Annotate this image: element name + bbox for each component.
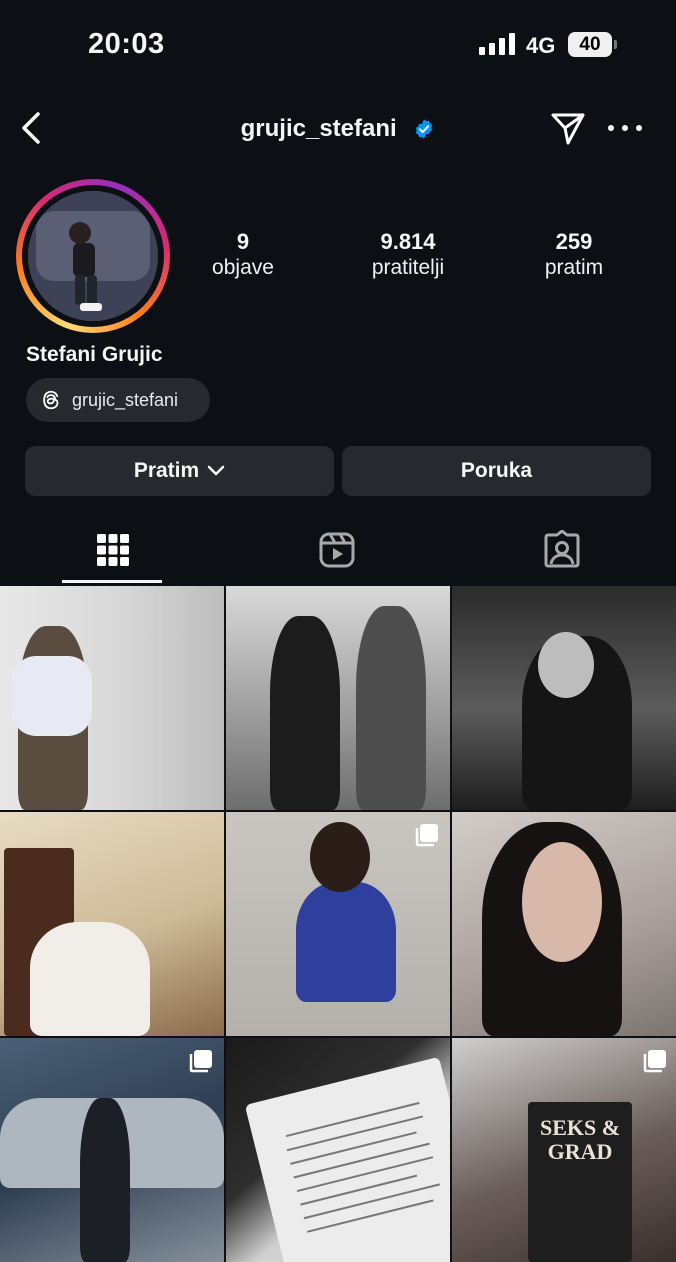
post-thumbnail[interactable] bbox=[452, 586, 676, 810]
profile-header: grujic_stefani bbox=[0, 100, 676, 156]
battery-icon: 40 bbox=[568, 32, 617, 57]
stat-label: pratim bbox=[544, 256, 604, 279]
dot-icon bbox=[636, 125, 642, 131]
threads-handle: grujic_stefani bbox=[72, 389, 179, 410]
post-thumbnail[interactable]: SEKS & GRAD bbox=[452, 1038, 676, 1262]
posts-count[interactable]: 9 objave bbox=[178, 229, 308, 281]
photo-subject bbox=[30, 922, 150, 1036]
posts-grid: SEKS & GRAD bbox=[0, 586, 676, 1262]
multiple-photos-icon bbox=[189, 1050, 212, 1073]
photo-subject bbox=[356, 606, 426, 810]
story-ring-gap bbox=[22, 185, 164, 327]
avatar bbox=[28, 191, 158, 321]
stat-value: 9.814 bbox=[380, 229, 436, 254]
post-thumbnail[interactable] bbox=[452, 812, 676, 1036]
photo-subject bbox=[310, 822, 370, 892]
tab-posts[interactable] bbox=[93, 530, 133, 570]
photo-subject bbox=[12, 656, 92, 736]
message-button[interactable]: Poruka bbox=[342, 446, 651, 496]
active-tab-indicator bbox=[62, 580, 162, 583]
dot-icon bbox=[622, 125, 628, 131]
photo-subject bbox=[538, 632, 594, 698]
post-thumbnail[interactable] bbox=[0, 1038, 224, 1262]
photo-subject bbox=[80, 1098, 130, 1262]
multiple-photos-icon bbox=[415, 824, 438, 847]
stat-value: 259 bbox=[555, 229, 593, 254]
cellular-signal-icon bbox=[479, 33, 515, 55]
username-text: grujic_stefani bbox=[240, 114, 397, 142]
following-count[interactable]: 259 pratim bbox=[509, 229, 639, 281]
message-label: Poruka bbox=[460, 459, 533, 482]
following-button[interactable]: Pratim bbox=[25, 446, 334, 496]
post-thumbnail[interactable] bbox=[226, 812, 450, 1036]
photo-subject bbox=[522, 842, 602, 962]
followers-count[interactable]: 9.814 pratitelji bbox=[343, 229, 473, 281]
profile-full-name: Stefani Grujic bbox=[26, 343, 163, 366]
stat-label: objave bbox=[212, 256, 274, 279]
story-ring[interactable] bbox=[16, 179, 170, 333]
tab-tagged[interactable] bbox=[542, 529, 582, 570]
post-thumbnail[interactable] bbox=[226, 586, 450, 810]
following-label: Pratim bbox=[133, 459, 200, 482]
send-message-button[interactable] bbox=[548, 108, 588, 148]
stat-label: pratitelji bbox=[371, 256, 445, 279]
threads-badge[interactable]: grujic_stefani bbox=[26, 378, 210, 422]
tagged-icon bbox=[544, 529, 580, 568]
post-thumbnail[interactable] bbox=[226, 1038, 450, 1262]
profile-tabs bbox=[0, 520, 676, 584]
more-options-button[interactable] bbox=[608, 112, 642, 144]
avatar-photo bbox=[28, 191, 158, 321]
paper-plane-icon bbox=[551, 113, 585, 145]
dot-icon bbox=[608, 125, 614, 131]
threads-icon bbox=[43, 390, 59, 410]
reels-icon bbox=[319, 532, 355, 568]
network-type: 4G bbox=[526, 33, 556, 58]
book-cover: SEKS & GRAD bbox=[528, 1102, 632, 1262]
post-thumbnail[interactable] bbox=[0, 812, 224, 1036]
verified-badge-icon bbox=[416, 119, 433, 139]
chevron-down-icon bbox=[207, 465, 225, 476]
stat-value: 9 bbox=[236, 229, 250, 254]
multiple-photos-icon bbox=[643, 1050, 666, 1073]
grid-icon bbox=[97, 534, 129, 566]
photo-subject bbox=[296, 882, 396, 1002]
post-thumbnail[interactable] bbox=[0, 586, 224, 810]
book-page-lines bbox=[286, 1101, 440, 1233]
book-title: SEKS & GRAD bbox=[539, 1115, 621, 1164]
photo-subject bbox=[270, 616, 340, 810]
status-bar: 20:03 4G 40 bbox=[0, 0, 676, 92]
tab-reels[interactable] bbox=[317, 530, 357, 570]
clock: 20:03 bbox=[88, 28, 165, 60]
battery-level: 40 bbox=[579, 34, 601, 55]
